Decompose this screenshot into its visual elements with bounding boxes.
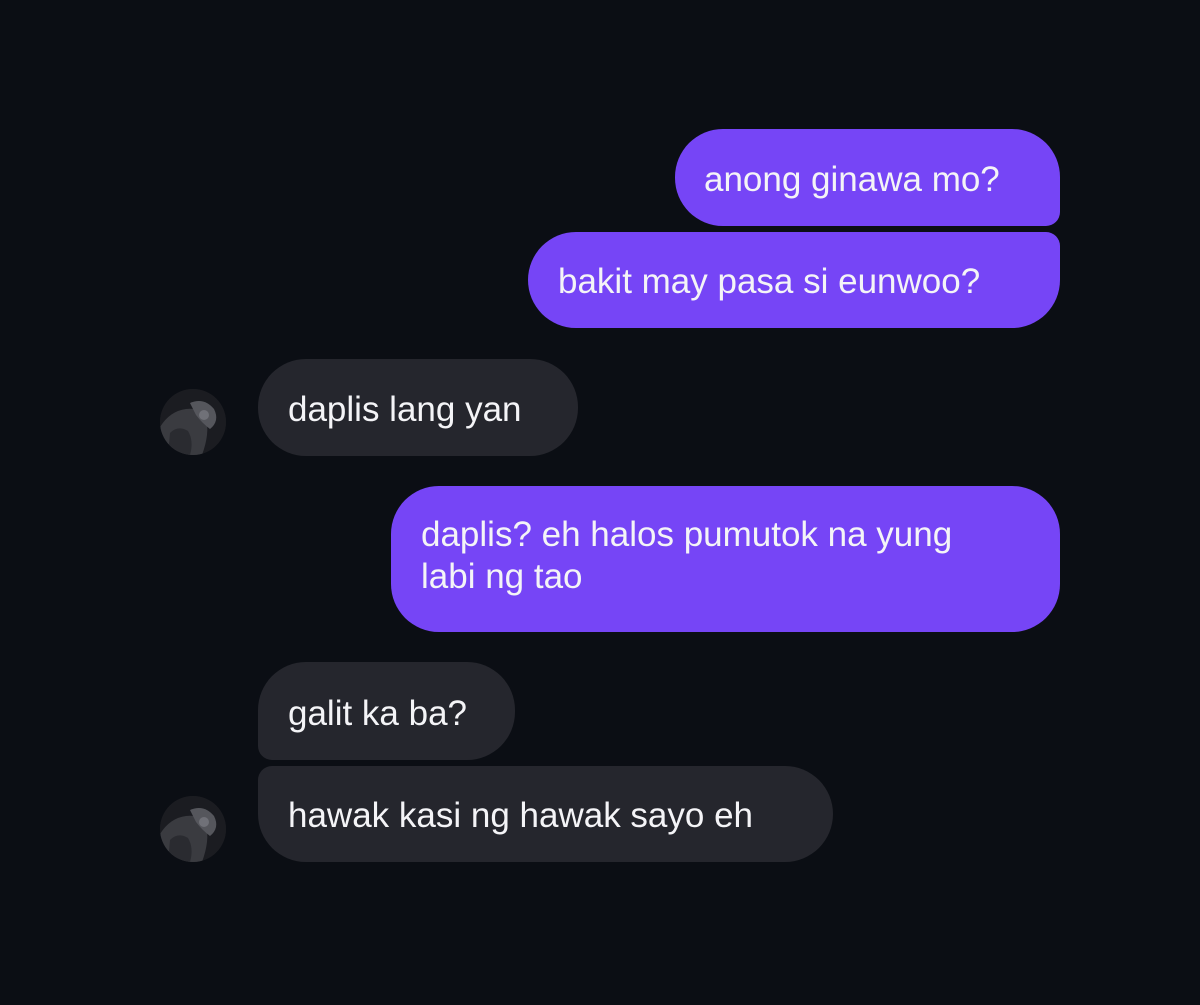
- message-text: anong ginawa mo?: [704, 160, 1000, 199]
- received-message-bubble[interactable]: hawak kasi ng hawak sayo eh: [258, 766, 833, 862]
- message-text: bakit may pasa si eunwoo?: [558, 262, 981, 301]
- sent-message-bubble[interactable]: bakit may pasa si eunwoo?: [528, 232, 1060, 328]
- contact-avatar[interactable]: [160, 796, 226, 862]
- received-message-bubble[interactable]: daplis lang yan: [258, 359, 578, 456]
- contact-avatar-photo-icon: [160, 389, 226, 455]
- chat-thread: anong ginawa mo? bakit may pasa si eunwo…: [0, 0, 1200, 1005]
- message-text: hawak kasi ng hawak sayo eh: [288, 796, 753, 835]
- message-text: daplis lang yan: [288, 390, 522, 429]
- message-text-line: labi ng tao: [421, 557, 583, 596]
- received-message-bubble[interactable]: galit ka ba?: [258, 662, 515, 760]
- contact-avatar[interactable]: [160, 389, 226, 455]
- sent-message-bubble[interactable]: daplis? eh halos pumutok na yung labi ng…: [391, 486, 1060, 632]
- contact-avatar-photo-icon: [160, 796, 226, 862]
- message-text: galit ka ba?: [288, 694, 468, 733]
- sent-message-bubble[interactable]: anong ginawa mo?: [675, 129, 1060, 226]
- message-text-line: daplis? eh halos pumutok na yung: [421, 515, 953, 554]
